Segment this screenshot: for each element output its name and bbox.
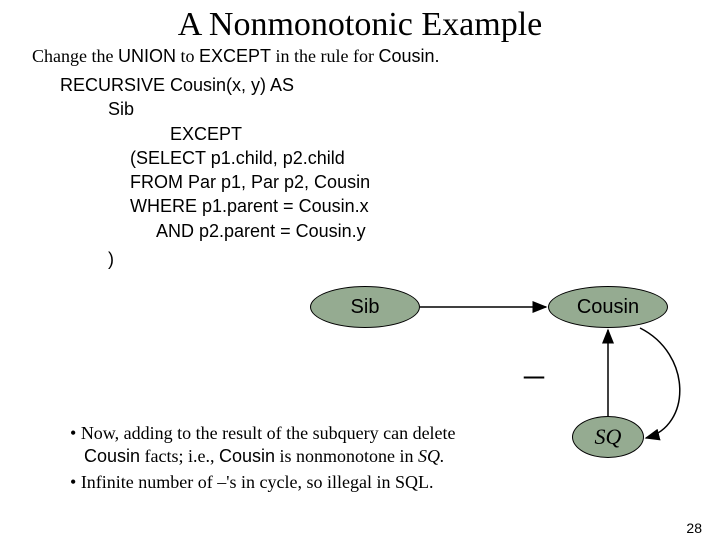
- bullet-item: Now, adding to the result of the subquer…: [70, 422, 510, 467]
- bullet-text: is nonmonotone in: [275, 446, 418, 466]
- code-line: (SELECT p1.child, p2.child: [60, 146, 720, 170]
- code-line: WHERE p1.parent = Cousin.x: [60, 194, 720, 218]
- subtitle-part: Cousin.: [379, 46, 440, 66]
- bullet-text: SQ.: [418, 446, 445, 466]
- bullet-text: Cousin: [219, 446, 275, 466]
- bullet-list: Now, adding to the result of the subquer…: [30, 422, 510, 498]
- page-number: 28: [686, 520, 702, 536]
- subtitle-part: UNION: [118, 46, 176, 66]
- node-sq: SQ: [572, 416, 644, 458]
- subtitle-part: to: [176, 46, 199, 66]
- slide-title: A Nonmonotonic Example: [0, 6, 720, 44]
- subtitle-part: Change the: [32, 46, 118, 66]
- code-block: RECURSIVE Cousin(x, y) AS Sib EXCEPT (SE…: [60, 73, 720, 271]
- code-line: RECURSIVE Cousin(x, y) AS: [60, 73, 720, 97]
- node-sib: Sib: [310, 286, 420, 328]
- minus-label: –: [524, 350, 544, 397]
- bullet-text: Now, adding to the result of the subquer…: [81, 423, 456, 443]
- code-line: FROM Par p1, Par p2, Cousin: [60, 170, 720, 194]
- code-line: ): [60, 247, 720, 271]
- code-line: EXCEPT: [60, 122, 720, 146]
- subtitle-part: EXCEPT: [199, 46, 271, 66]
- bullet-text: facts; i.e.,: [140, 446, 219, 466]
- code-line: Sib: [60, 97, 720, 121]
- node-cousin: Cousin: [548, 286, 668, 328]
- code-line: AND p2.parent = Cousin.y: [60, 219, 720, 243]
- bullet-text: Cousin: [84, 446, 140, 466]
- bullet-item: Infinite number of –'s in cycle, so ille…: [70, 471, 510, 494]
- subtitle-part: in the rule for: [271, 46, 378, 66]
- subtitle: Change the UNION to EXCEPT in the rule f…: [32, 46, 720, 67]
